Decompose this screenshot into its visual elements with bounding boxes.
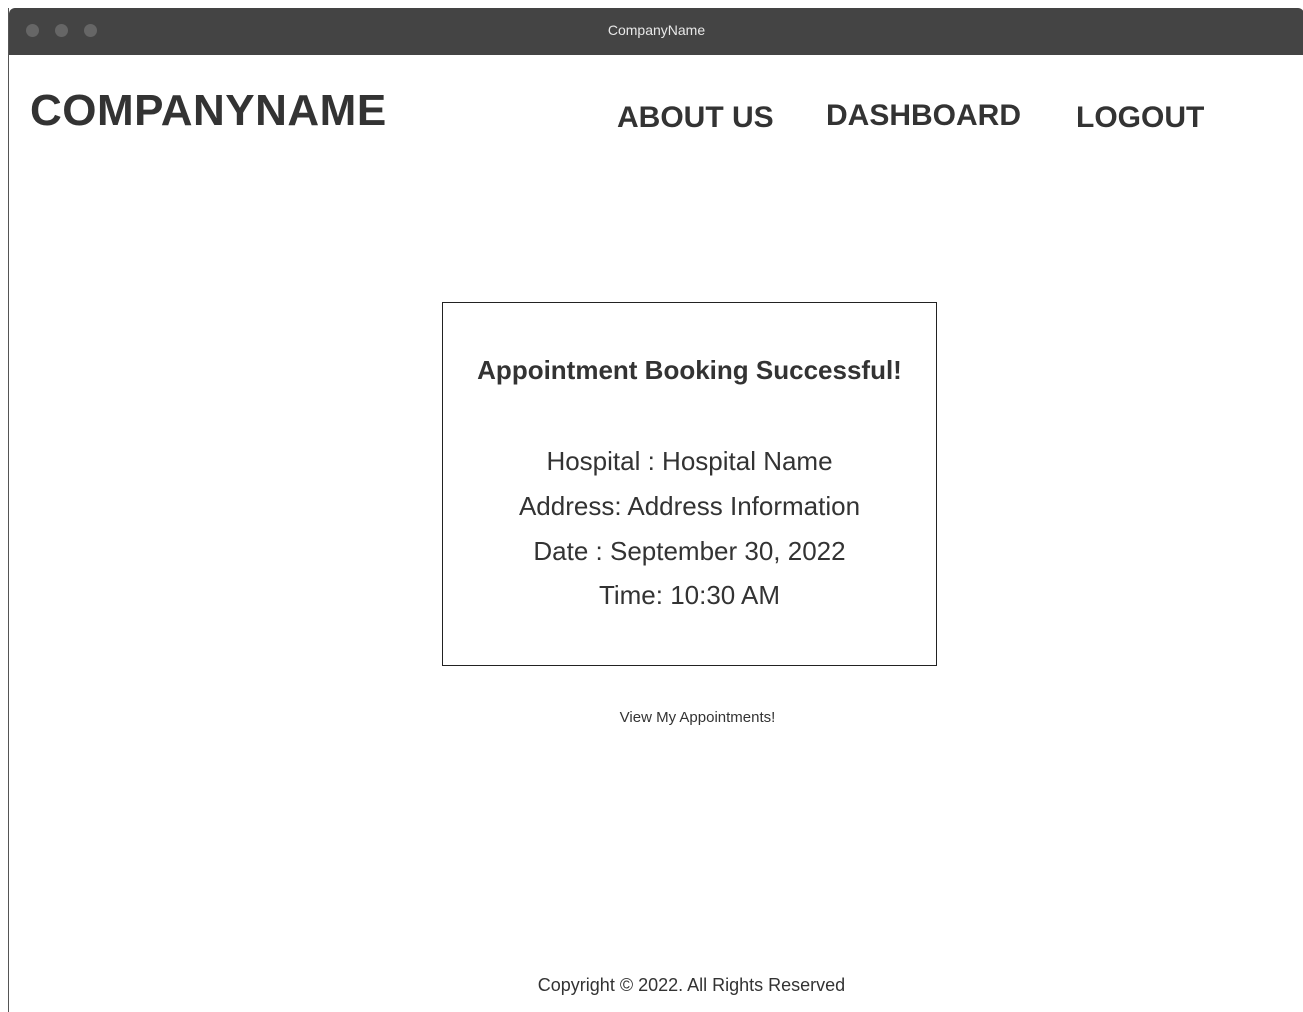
address-info: Address: Address Information [518, 491, 861, 521]
nav-dashboard[interactable]: DASHBOARD [826, 99, 1021, 133]
hospital-info: Hospital : Hospital Name [546, 446, 833, 476]
view-appointments-link[interactable]: View My Appointments! [0, 709, 1303, 726]
brand-logo[interactable]: COMPANYNAME [30, 86, 387, 136]
date-info: Date : September 30, 2022 [533, 536, 846, 566]
footer-copyright: Copyright © 2022. All Rights Reserved [537, 975, 846, 995]
time-info: Time: 10:30 AM [598, 580, 781, 610]
confirmation-title: Appointment Booking Successful! [477, 355, 902, 385]
window-title: CompanyName [607, 22, 706, 38]
nav-about-us[interactable]: ABOUT US [617, 101, 774, 135]
nav-logout[interactable]: LOGOUT [1076, 101, 1204, 135]
booking-confirmation-card: Appointment Booking Successful! Hospital… [442, 302, 937, 666]
window-titlebar: CompanyName [9, 8, 1303, 55]
